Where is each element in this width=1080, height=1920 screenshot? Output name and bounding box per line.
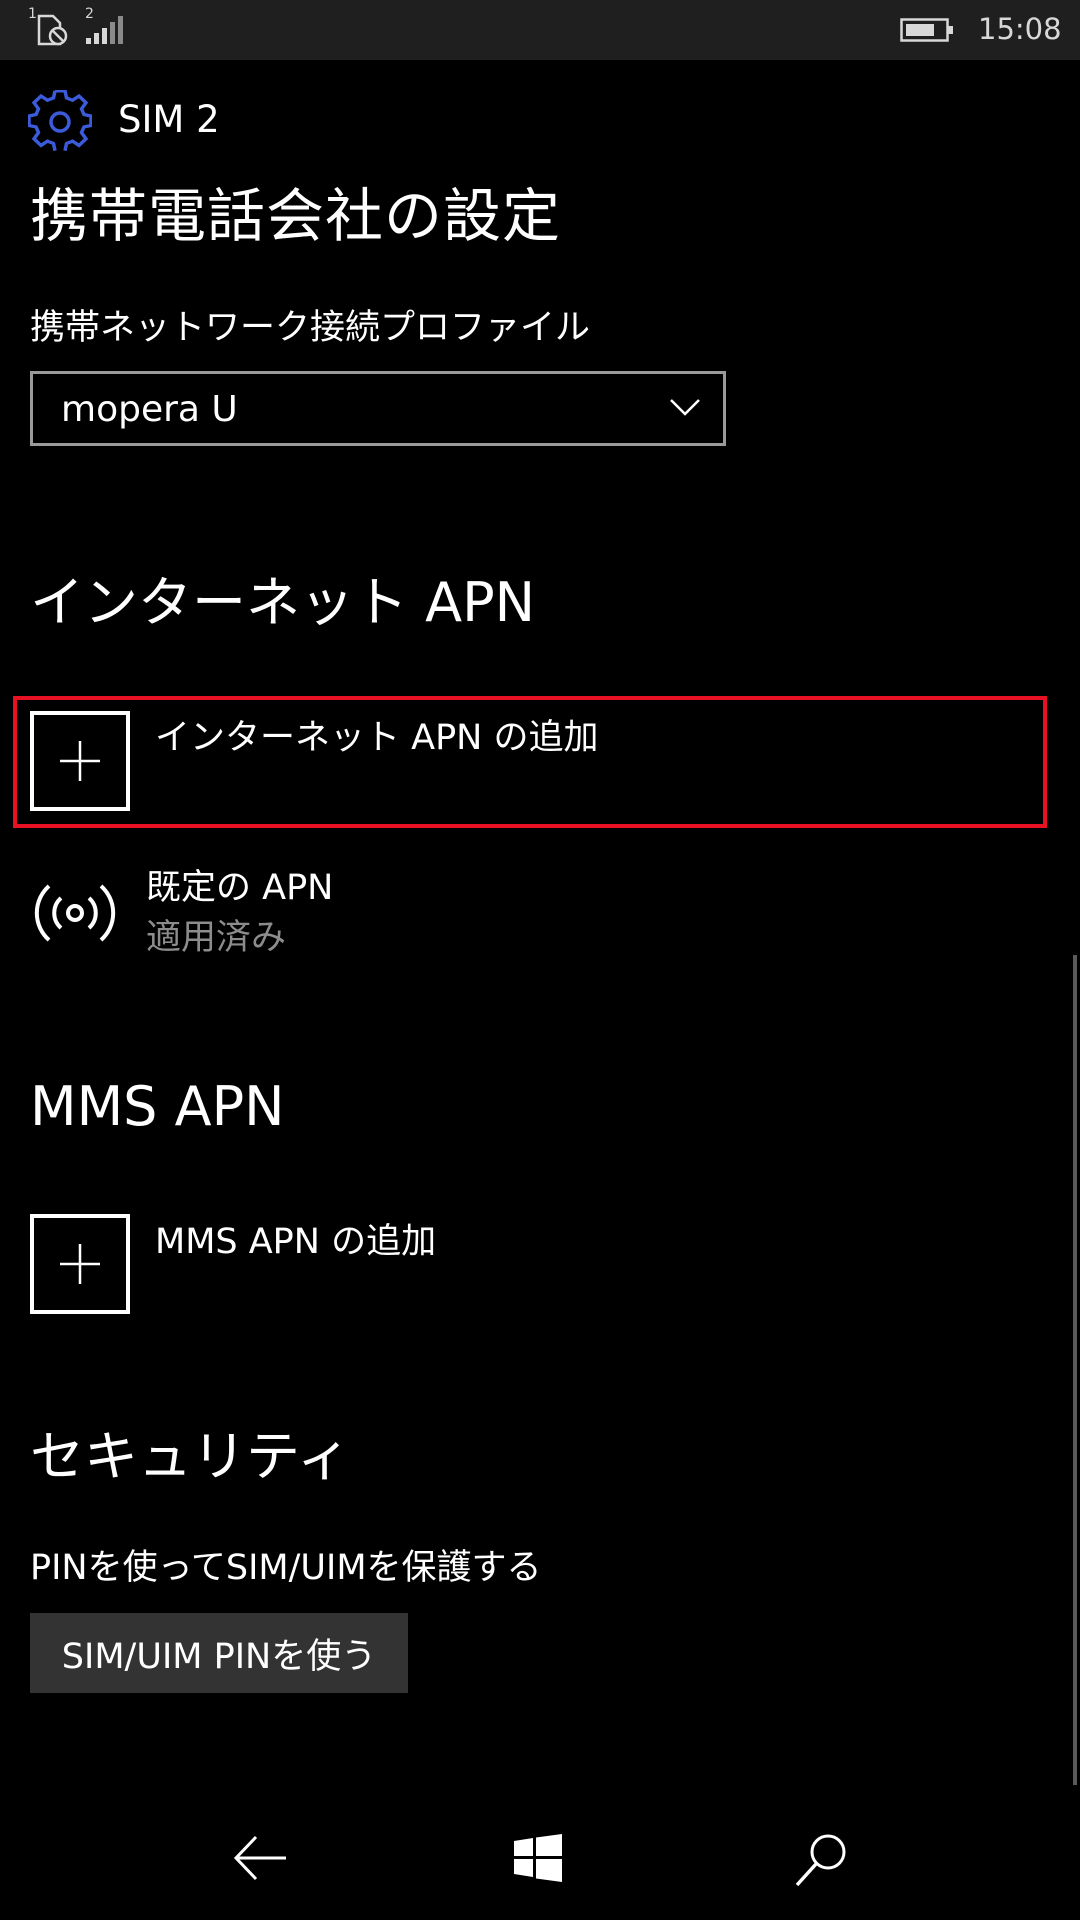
mms-apn-section-title: MMS APN [30, 1075, 285, 1138]
default-apn-status: 適用済み [146, 918, 287, 958]
plus-icon [60, 741, 100, 781]
default-apn-title[interactable]: 既定の APN [146, 866, 333, 910]
header-title: SIM 2 [118, 98, 220, 141]
add-internet-apn-label[interactable]: インターネット APN の追加 [155, 716, 598, 760]
internet-apn-section-title: インターネット APN [30, 571, 536, 634]
profile-dropdown-value: mopera U [61, 389, 238, 430]
broadcast-icon [32, 870, 118, 960]
battery-icon [900, 16, 954, 48]
scrollbar[interactable] [1073, 955, 1077, 1785]
page-title: 携帯電話会社の設定 [30, 182, 562, 250]
chevron-down-icon [669, 396, 701, 422]
add-mms-apn-button[interactable] [30, 1214, 130, 1314]
search-icon[interactable] [794, 1832, 850, 1892]
back-arrow-icon[interactable] [232, 1833, 288, 1887]
add-mms-apn-label[interactable]: MMS APN の追加 [155, 1220, 436, 1264]
use-pin-button-label: SIM/UIM PINを使う [61, 1636, 377, 1677]
profile-dropdown[interactable]: mopera U [30, 371, 726, 446]
signal-bars-icon [86, 16, 124, 48]
gear-icon [27, 89, 93, 158]
windows-start-icon[interactable] [514, 1834, 562, 1886]
clock: 15:08 [978, 12, 1062, 46]
status-bar: 1 2 15:08 [0, 0, 1080, 60]
plus-icon [60, 1244, 100, 1284]
add-internet-apn-button[interactable] [30, 711, 130, 811]
sim-no-signal-icon [36, 14, 70, 50]
security-description: PINを使ってSIM/UIMを保護する [30, 1548, 542, 1588]
use-pin-button[interactable]: SIM/UIM PINを使う [30, 1613, 408, 1693]
profile-label: 携帯ネットワーク接続プロファイル [30, 308, 591, 348]
security-section-title: セキュリティ [30, 1425, 351, 1488]
